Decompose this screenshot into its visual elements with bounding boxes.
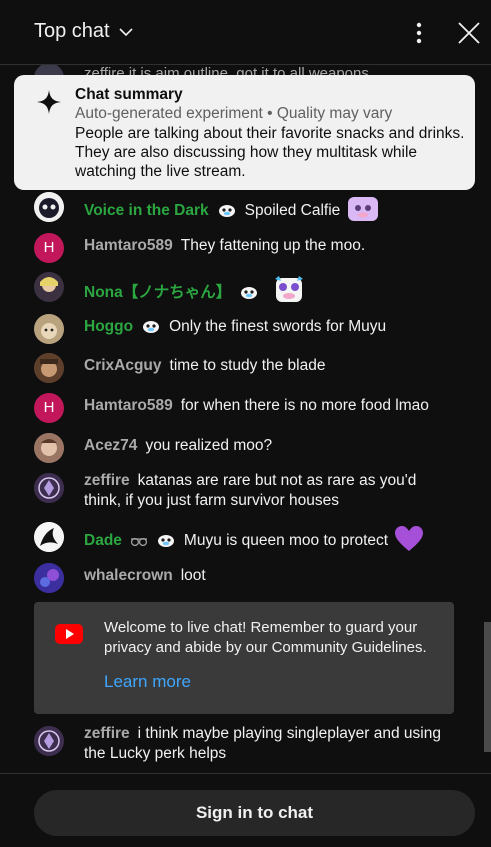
avatar [34, 353, 64, 383]
message-author[interactable]: CrixAcguy [84, 357, 162, 374]
more-options-icon[interactable] [406, 20, 432, 46]
close-icon[interactable] [455, 19, 483, 47]
chat-header: Top chat [0, 0, 491, 65]
message-author[interactable]: zeffire [84, 472, 130, 489]
message-author[interactable]: Voice in the Dark [84, 202, 209, 219]
message-text: i think maybe playing singleplayer and u… [84, 725, 441, 762]
welcome-text: Welcome to live chat! Remember to guard … [104, 619, 427, 656]
member-badge-icon [156, 532, 176, 554]
message-author[interactable]: Hamtaro589 [84, 237, 173, 254]
message-author[interactable]: Acez74 [84, 437, 137, 454]
welcome-card: Welcome to live chat! Remember to guard … [34, 602, 454, 714]
message-author[interactable]: Nona【ノナちゃん】 [84, 284, 231, 301]
purple-heart-icon [394, 525, 424, 559]
learn-more-link[interactable]: Learn more [104, 672, 191, 692]
sunglasses-badge-icon [130, 534, 148, 554]
summary-body: People are talking about their favorite … [75, 125, 465, 180]
message-text: Spoiled Calfie [244, 202, 341, 219]
avatar [34, 192, 64, 222]
header-title: Top chat [34, 20, 110, 42]
calf-emote-icon [346, 195, 380, 229]
sparkle-icon [37, 90, 61, 114]
message-author[interactable]: whalecrown [84, 567, 173, 584]
avatar: H [34, 233, 64, 263]
top-chat-dropdown[interactable]: Top chat [34, 20, 134, 43]
chat-footer: Sign in to chat [0, 773, 491, 847]
message-text: Muyu is queen moo to protect [183, 532, 389, 549]
avatar-letter: H [43, 399, 55, 416]
summary-subtitle: Auto-generated experiment • Quality may … [75, 105, 393, 122]
message-author[interactable]: Hoggo [84, 318, 133, 335]
summary-title: Chat summary [75, 86, 183, 103]
message-text: for when there is no more food lmao [180, 397, 429, 414]
cow-emote-icon [273, 275, 305, 311]
message-text: time to study the blade [169, 357, 326, 374]
member-badge-icon [141, 318, 161, 340]
scrollbar[interactable] [484, 622, 491, 752]
chat-summary-card: Chat summary Auto-generated experiment •… [14, 75, 475, 190]
avatar-letter: H [43, 239, 55, 256]
message-author[interactable]: Hamtaro589 [84, 397, 173, 414]
avatar [34, 473, 64, 503]
message-author[interactable]: zeffire [84, 725, 130, 742]
message-text: you realized moo? [145, 437, 273, 454]
avatar [34, 314, 64, 344]
live-chat-panel: Top chat zeffire it is aim outline, got … [0, 0, 491, 847]
avatar: H [34, 393, 64, 423]
sign-in-to-chat-button[interactable]: Sign in to chat [34, 790, 475, 836]
avatar [34, 726, 64, 756]
message-text: loot [180, 567, 206, 584]
avatar [34, 522, 64, 552]
avatar [34, 272, 64, 302]
member-badge-icon [239, 284, 259, 306]
message-text: Only the finest swords for Muyu [169, 318, 387, 335]
message-text: katanas are rare but not as rare as you'… [84, 472, 417, 509]
message-author[interactable]: Dade [84, 532, 122, 549]
avatar [34, 433, 64, 463]
message-text: They fattening up the moo. [180, 237, 366, 254]
avatar [34, 563, 64, 593]
member-badge-icon [217, 202, 237, 224]
youtube-logo-icon [55, 624, 83, 644]
chevron-down-icon [119, 27, 133, 36]
